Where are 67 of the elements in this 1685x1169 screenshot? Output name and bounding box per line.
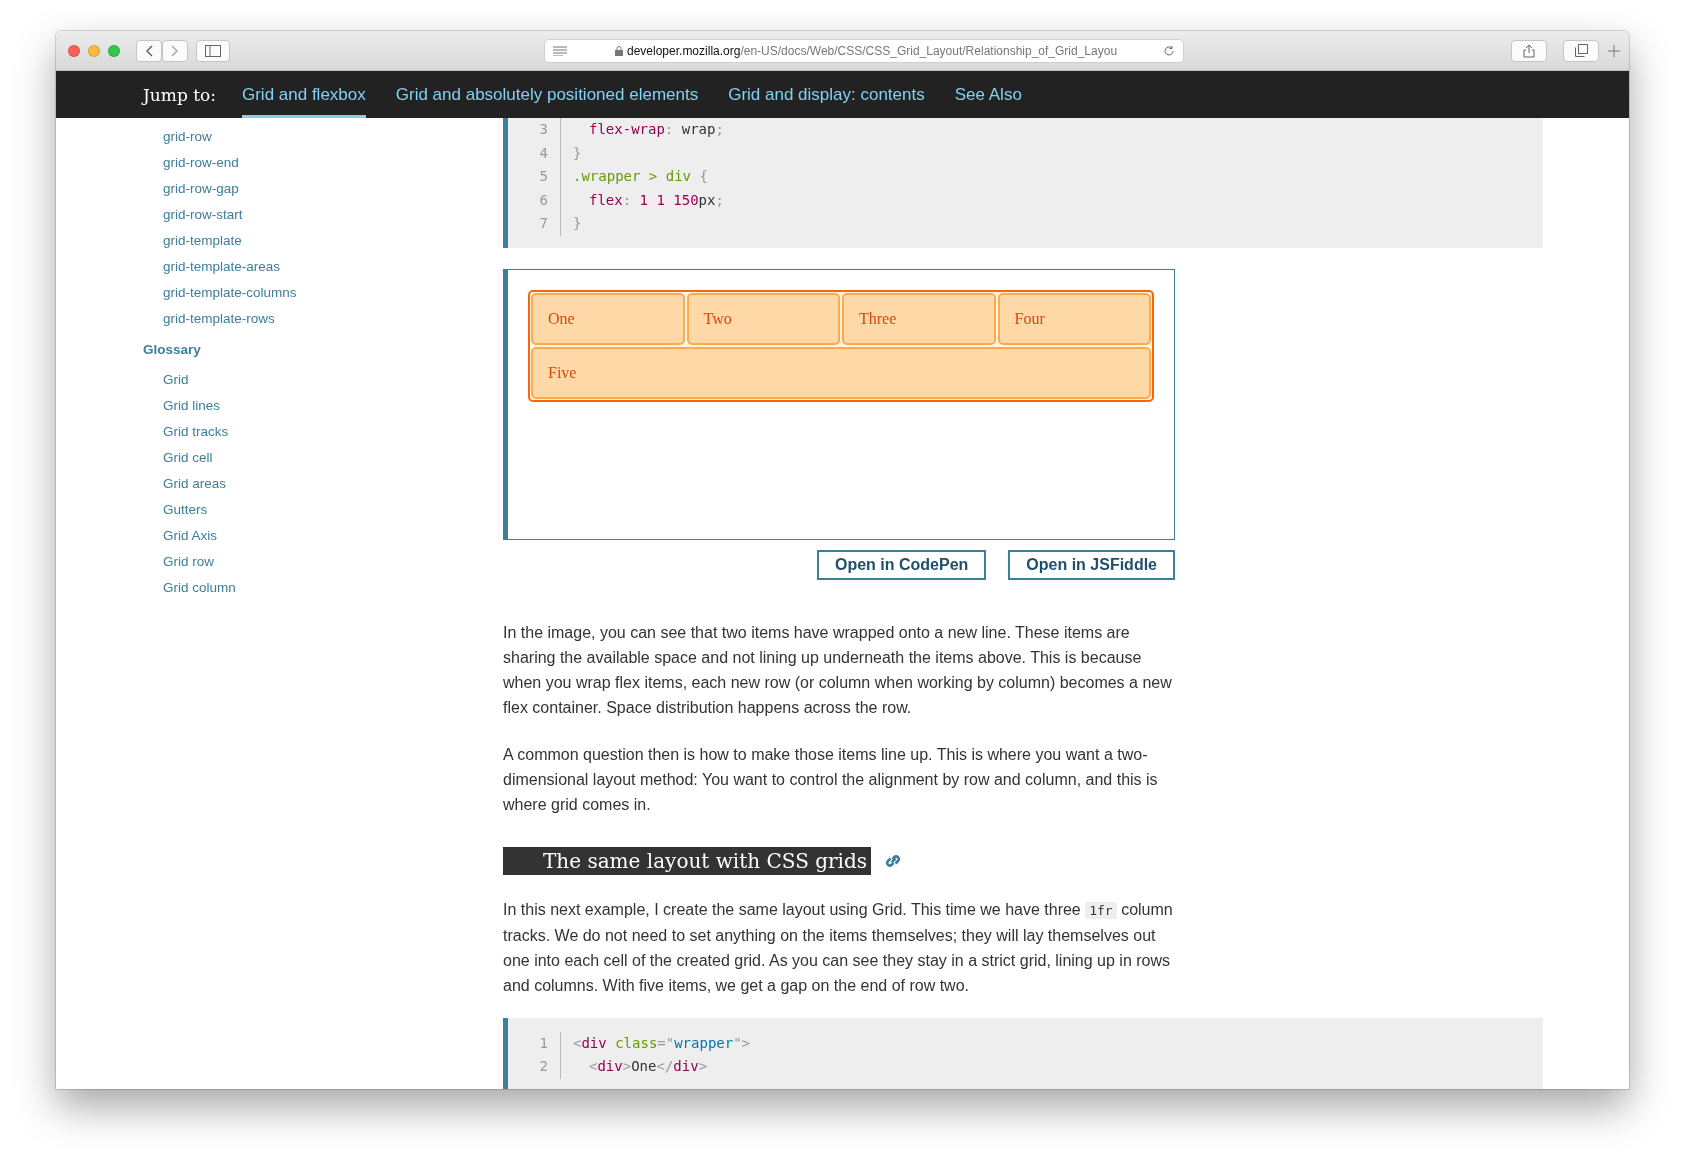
sidebar-link[interactable]: grid-row-start <box>143 202 503 228</box>
sidebar-link[interactable]: Grid column <box>143 575 503 601</box>
code-line: .wrapper > div { <box>572 167 708 186</box>
code-line: <div>One</div> <box>588 1057 708 1076</box>
line-number: 6 <box>508 188 561 212</box>
open-button[interactable]: Open in CodePen <box>816 549 987 580</box>
sidebar-link[interactable]: grid-template <box>143 228 503 254</box>
open-button[interactable]: Open in JSFiddle <box>1008 549 1175 580</box>
plus-icon[interactable] <box>1607 43 1621 58</box>
jump-link[interactable]: Grid and display: contents <box>728 71 925 118</box>
flex-item: Four <box>997 292 1151 345</box>
chevron-right-icon <box>171 44 179 57</box>
sidebar-link[interactable]: Grid Axis <box>143 523 503 549</box>
paragraph: A common question then is how to make those items line up. This is where you want a two-dimensional layout method: You want to control the alignment by row and column, and this is where grid comes in. <box>503 744 1159 815</box>
sidebar-icon <box>205 44 221 57</box>
line-number: 4 <box>508 141 561 165</box>
share-icon <box>1523 43 1535 58</box>
code-line: } <box>572 214 582 233</box>
flex-item: Two <box>686 292 840 345</box>
paragraph: In this next example, I create the same layout using Grid. This time we have three 1fr column tracks. We do not need to set anything on the items themselves; they will lay themselves out one into each cell of the created grid. As you can see they stay in a strict grid, lining up in rows and columns. With five items, we get a gap on the end of row two. <box>503 899 1174 996</box>
forward-button[interactable] <box>162 39 188 62</box>
tabs-button[interactable] <box>1563 39 1599 62</box>
code-line: } <box>572 143 582 163</box>
sidebar-link[interactable]: Grid row <box>143 549 503 575</box>
address-bar[interactable]: developer.mozilla.org/en-US/docs/Web/CSS/CSS_Grid_Layout/Relationship_of_Grid_Layou <box>544 38 1184 63</box>
sidebar-link[interactable]: Grid tracks <box>143 419 503 445</box>
jump-link[interactable]: See Also <box>954 71 1022 118</box>
flex-item: Three <box>842 292 996 345</box>
line-number: 3 <box>508 118 561 142</box>
close-icon[interactable] <box>68 44 80 57</box>
flex-item: Five <box>531 346 1151 399</box>
sidebar-link[interactable]: Grid lines <box>143 393 503 419</box>
back-button[interactable] <box>136 39 162 62</box>
lock-icon <box>615 45 623 56</box>
line-number: 1 <box>508 1031 561 1055</box>
sidebar-link[interactable]: grid-template-areas <box>143 254 503 280</box>
jump-label: Jump to: <box>143 84 216 105</box>
line-number: 2 <box>508 1055 561 1079</box>
tabs-icon <box>1574 44 1588 57</box>
sidebar-link[interactable]: grid-template-columns <box>143 280 503 306</box>
sidebar-link[interactable]: Grid areas <box>143 471 503 497</box>
url-text: developer.mozilla.org/en-US/docs/Web/CSS/CSS_Grid_Layout/Relationship_of_Grid_Layou <box>627 43 1118 58</box>
minimize-icon[interactable] <box>88 44 100 57</box>
code-line: flex: 1 1 150px; <box>588 190 724 210</box>
sidebar-link[interactable]: grid-row-gap <box>143 176 503 202</box>
chevron-left-icon <box>145 44 153 57</box>
maximize-icon[interactable] <box>108 44 120 57</box>
paragraph: In the image, you can see that two items have wrapped onto a new line. These items are sharing the available space and not lining up underneath the items above. This is because when you wrap flex items, each new row (or column when working by column) becomes a new flex container. Space distribution happens across the row. <box>503 622 1173 718</box>
sidebar-link[interactable]: Grid cell <box>143 445 503 471</box>
section-heading: The same layout with CSS grids <box>503 846 872 875</box>
sidebar-link[interactable]: Grid <box>143 367 503 393</box>
sidebar-link[interactable]: Gutters <box>143 497 503 523</box>
sidebar-link[interactable]: grid-row <box>143 124 503 150</box>
share-button[interactable] <box>1511 39 1547 62</box>
jump-link[interactable]: Grid and flexbox <box>241 71 366 118</box>
jump-link[interactable]: Grid and absolutely positioned elements <box>395 71 699 118</box>
sidebar-button[interactable] <box>196 39 230 62</box>
code-line: flex-wrap: wrap; <box>588 120 724 139</box>
reader-icon <box>553 45 567 56</box>
line-number: 5 <box>508 165 561 189</box>
reload-icon[interactable] <box>1163 44 1175 57</box>
sidebar-link[interactable]: grid-row-end <box>143 150 503 176</box>
line-number: 7 <box>508 212 561 236</box>
flex-item: One <box>531 292 685 345</box>
sidebar-link[interactable]: grid-template-rows <box>143 306 503 332</box>
sidebar-heading: Glossary <box>143 342 202 357</box>
code-line: <div class="wrapper"> <box>572 1033 751 1053</box>
